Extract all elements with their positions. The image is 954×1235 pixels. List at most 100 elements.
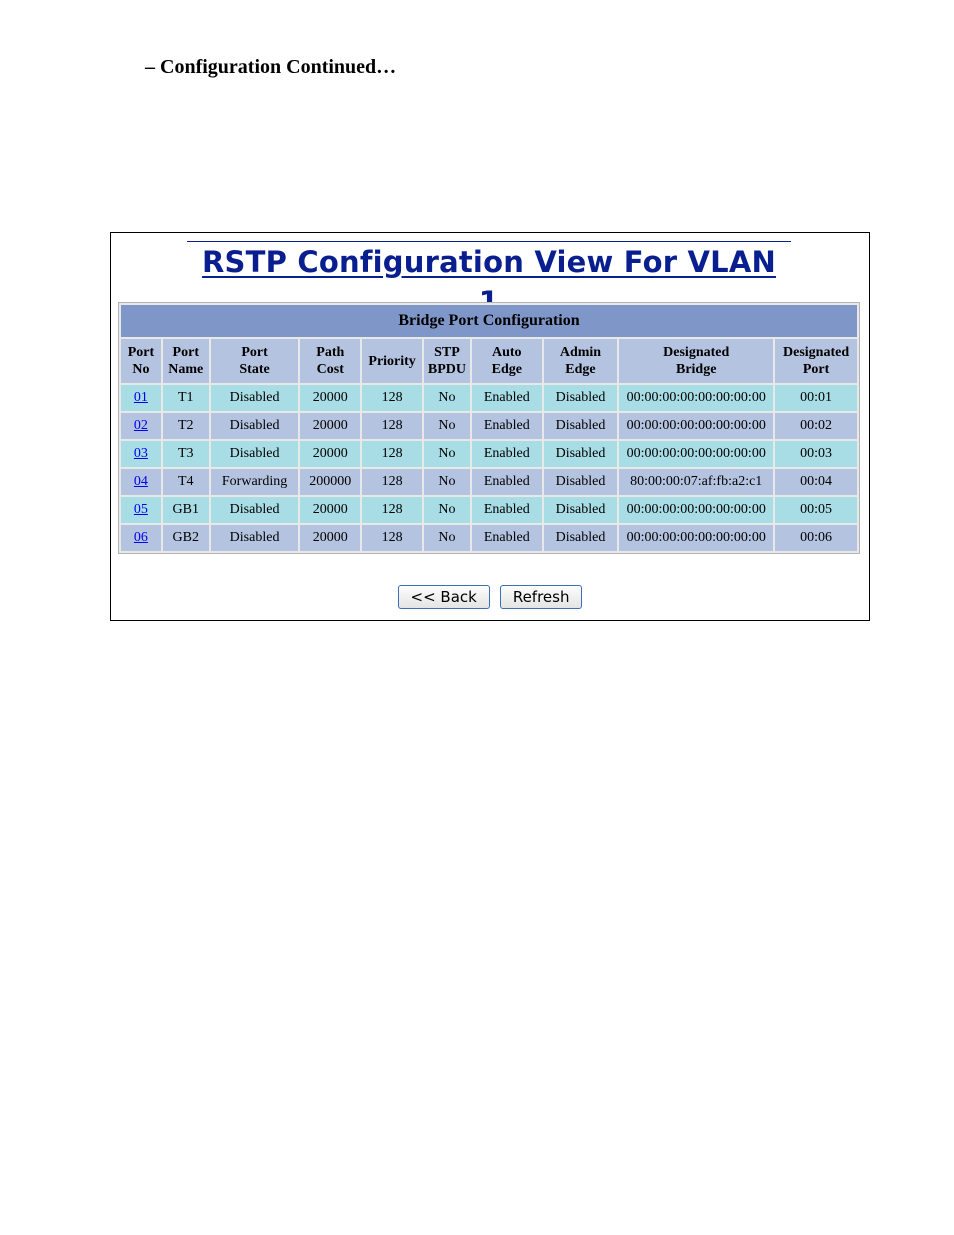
cell-stp-bpdu: No (424, 385, 470, 411)
cell-path-cost: 20000 (300, 385, 361, 411)
page-heading: – Configuration Continued… (145, 56, 397, 78)
cell-auto-edge: Enabled (471, 441, 542, 467)
column-header-label: State (239, 362, 270, 377)
cell-port-no: 06 (121, 525, 161, 551)
cell-port-name: T1 (162, 385, 209, 411)
refresh-button[interactable]: Refresh (499, 585, 583, 609)
cell-designated-port: 00:06 (775, 525, 857, 551)
column-header-label: Admin (559, 345, 602, 360)
port-link[interactable]: 05 (134, 502, 148, 517)
column-header: Designated Bridge (619, 339, 774, 383)
column-header-label: Port (127, 345, 155, 360)
column-header: Port State (210, 339, 299, 383)
cell-port-state: Disabled (210, 525, 299, 551)
cell-auto-edge: Enabled (471, 497, 542, 523)
cell-priority: 128 (362, 525, 423, 551)
port-link[interactable]: 06 (134, 530, 148, 545)
table-row: 01 T1 Disabled 20000 128 No Enabled Disabled 00:… (121, 385, 857, 411)
column-header-label: Path (316, 345, 345, 360)
cell-port-state: Disabled (210, 441, 299, 467)
column-header-label: BPDU (427, 362, 467, 377)
cell-path-cost: 20000 (300, 525, 361, 551)
back-button[interactable]: << Back (397, 585, 490, 609)
cell-port-state: Disabled (210, 413, 299, 439)
cell-path-cost: 20000 (300, 441, 361, 467)
cell-path-cost: 20000 (300, 413, 361, 439)
cell-stp-bpdu: No (424, 525, 470, 551)
cell-port-state: Disabled (210, 385, 299, 411)
cell-port-state: Forwarding (210, 469, 299, 495)
cell-designated-bridge: 00:00:00:00:00:00:00:00 (619, 525, 774, 551)
cell-designated-port: 00:05 (775, 497, 857, 523)
cell-stp-bpdu: No (424, 441, 470, 467)
cell-port-no: 05 (121, 497, 161, 523)
column-header-label: Port (241, 345, 268, 360)
table-caption: Bridge Port Configuration (121, 305, 857, 337)
column-header-label: Port (172, 345, 199, 360)
cell-auto-edge: Enabled (471, 385, 542, 411)
cell-port-no: 01 (121, 385, 161, 411)
cell-priority: 128 (362, 385, 423, 411)
cell-port-no: 03 (121, 441, 161, 467)
column-header-label: No (132, 362, 150, 377)
column-header: Port Name (162, 339, 209, 383)
column-header: Priority (362, 339, 423, 383)
cell-admin-edge: Disabled (543, 525, 618, 551)
column-header: Designated Port (775, 339, 857, 383)
button-row: << Back Refresh (111, 585, 869, 609)
cell-stp-bpdu: No (424, 469, 470, 495)
column-header: STP BPDU (424, 339, 470, 383)
cell-port-name: GB1 (162, 497, 209, 523)
table-row: 06 GB2 Disabled 20000 128 No Enabled Disabled 00… (121, 525, 857, 551)
column-header-label: Auto (492, 345, 522, 360)
cell-designated-port: 00:03 (775, 441, 857, 467)
cell-port-name: T3 (162, 441, 209, 467)
cell-port-state: Disabled (210, 497, 299, 523)
cell-port-name: T2 (162, 413, 209, 439)
column-header: Admin Edge (543, 339, 618, 383)
column-header-label: Bridge (675, 362, 717, 377)
cell-port-name: T4 (162, 469, 209, 495)
column-header: Port No (121, 339, 161, 383)
column-header-label: Port (802, 362, 830, 377)
cell-admin-edge: Disabled (543, 413, 618, 439)
rstp-view-panel: RSTP Configuration View For VLAN 1 Bridg… (110, 232, 870, 621)
cell-designated-port: 00:02 (775, 413, 857, 439)
bridge-port-table: Bridge Port Configuration Port No Port Name… (118, 302, 860, 554)
cell-port-name: GB2 (162, 525, 209, 551)
cell-priority: 128 (362, 497, 423, 523)
cell-priority: 128 (362, 413, 423, 439)
cell-designated-bridge: 00:00:00:00:00:00:00:00 (619, 441, 774, 467)
table-row: 05 GB1 Disabled 20000 128 No Enabled Disabled 00… (121, 497, 857, 523)
table-header-row: Port No Port Name Port State Path Cost Priority S… (121, 339, 857, 383)
cell-designated-port: 00:04 (775, 469, 857, 495)
port-link[interactable]: 01 (134, 390, 148, 405)
cell-port-no: 04 (121, 469, 161, 495)
table-row: 02 T2 Disabled 20000 128 No Enabled Disabled 00:… (121, 413, 857, 439)
cell-path-cost: 200000 (300, 469, 361, 495)
column-header-label: Designated (783, 345, 850, 360)
cell-designated-bridge: 00:00:00:00:00:00:00:00 (619, 413, 774, 439)
cell-priority: 128 (362, 469, 423, 495)
cell-admin-edge: Disabled (543, 385, 618, 411)
cell-auto-edge: Enabled (471, 525, 542, 551)
column-header-label: STP (434, 345, 460, 360)
column-header: Path Cost (300, 339, 361, 383)
port-link[interactable]: 02 (134, 418, 148, 433)
cell-designated-port: 00:01 (775, 385, 857, 411)
column-header-label: Priority (368, 353, 416, 369)
column-header-label: Designated (663, 345, 730, 360)
port-link[interactable]: 04 (134, 474, 148, 489)
cell-designated-bridge: 00:00:00:00:00:00:00:00 (619, 497, 774, 523)
column-header-label: Edge (491, 362, 522, 377)
cell-auto-edge: Enabled (471, 469, 542, 495)
port-link[interactable]: 03 (134, 446, 148, 461)
cell-stp-bpdu: No (424, 497, 470, 523)
cell-designated-bridge: 80:00:00:07:af:fb:a2:c1 (619, 469, 774, 495)
cell-admin-edge: Disabled (543, 441, 618, 467)
cell-admin-edge: Disabled (543, 497, 618, 523)
cell-port-no: 02 (121, 413, 161, 439)
table-row: 04 T4 Forwarding 200000 128 No Enabled Disabled… (121, 469, 857, 495)
column-header-label: Name (168, 362, 204, 377)
cell-stp-bpdu: No (424, 413, 470, 439)
